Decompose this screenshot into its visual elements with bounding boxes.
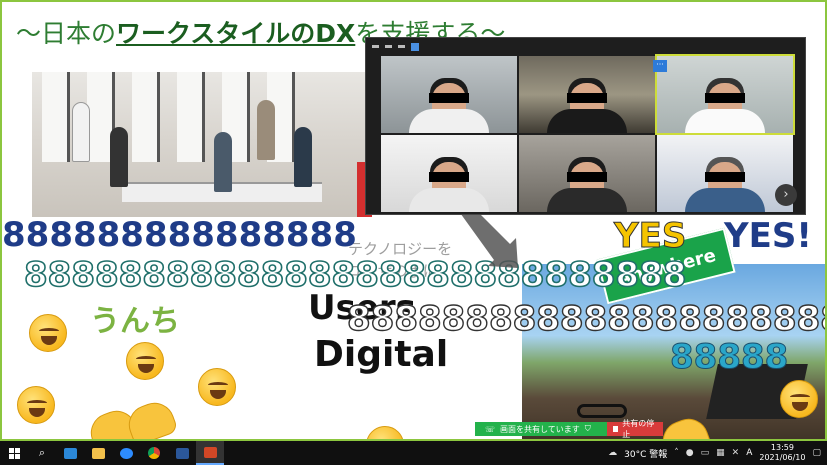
eights-line-4: 88888	[669, 337, 789, 377]
laughing-emoji-icon	[17, 386, 55, 424]
clock-time: 13:59	[770, 443, 794, 452]
video-tile[interactable]	[381, 135, 517, 212]
stop-share-label: 共有の停止	[622, 419, 655, 439]
phone-icon: ☏	[485, 424, 496, 434]
windows-logo-icon	[8, 447, 20, 459]
zoom-gallery-window[interactable]: ··· ›	[365, 37, 806, 215]
video-tiles	[381, 54, 795, 212]
stop-icon	[613, 426, 619, 432]
video-tile[interactable]	[657, 135, 793, 212]
gallery-view-icon[interactable]	[411, 42, 419, 51]
yes-text-2: YES!	[724, 216, 812, 256]
presentation-slide: ～日本のワークスタイルのDXを支援する～ Anywhere テクノロジーを ユー…	[0, 0, 827, 441]
speaker-mute-icon[interactable]: ✕	[732, 448, 740, 458]
video-tile[interactable]	[381, 56, 517, 133]
chevron-up-icon[interactable]: ˄	[674, 448, 679, 458]
zoom-window-toolbar[interactable]	[366, 38, 805, 55]
video-tile[interactable]	[519, 56, 655, 133]
more-options-button[interactable]: ···	[653, 60, 667, 72]
laughing-emoji-icon	[126, 342, 164, 380]
clapping-hands-icon	[123, 397, 179, 439]
unchi-text: うんち	[90, 304, 180, 339]
sharing-indicator[interactable]: ☏ 画面を共有しています ⛉	[475, 422, 607, 436]
search-icon[interactable]: ⌕	[28, 441, 56, 465]
ime-indicator[interactable]: A	[746, 448, 752, 458]
windows-taskbar: ⌕ ☁ 30°C 警報 ˄ ● ▭ ▦ ✕ A 13:59 2021/06/10…	[0, 441, 827, 465]
word-icon[interactable]	[168, 441, 196, 465]
title-prefix: ～日本の	[16, 19, 117, 48]
zoom-app-icon[interactable]	[112, 441, 140, 465]
network-icon[interactable]: ▦	[716, 448, 725, 458]
minimize-icon[interactable]	[372, 45, 379, 48]
title-bold: ワークスタイルのDX	[116, 19, 356, 48]
yes-text-1: YES	[613, 216, 687, 257]
system-tray: ☁ 30°C 警報 ˄ ● ▭ ▦ ✕ A 13:59 2021/06/10 ▢	[608, 441, 827, 465]
notification-icon[interactable]: ▢	[812, 448, 821, 458]
screen-share-bar: ☏ 画面を共有しています ⛉ 共有の停止	[475, 419, 663, 439]
stop-share-button[interactable]: 共有の停止	[607, 419, 663, 439]
clock[interactable]: 13:59 2021/06/10	[759, 443, 805, 463]
laughing-emoji-icon	[29, 314, 67, 352]
chevron-right-icon[interactable]: ›	[775, 184, 797, 206]
video-tile-active-speaker[interactable]	[655, 54, 795, 135]
chrome-icon[interactable]	[140, 441, 168, 465]
eights-line-2: 8888888888888888888888888888	[23, 255, 687, 295]
laughing-emoji-icon	[366, 426, 404, 439]
laughing-emoji-icon	[780, 380, 818, 418]
clock-date: 2021/06/10	[759, 453, 806, 462]
eights-line-1: 888888888888888	[2, 215, 357, 255]
thumbnail-icon[interactable]	[398, 45, 405, 48]
powerpoint-icon[interactable]	[196, 441, 224, 465]
weather-text[interactable]: 30°C 警報	[624, 447, 667, 460]
file-explorer-icon[interactable]	[84, 441, 112, 465]
microphone-icon[interactable]: ●	[686, 448, 694, 458]
office-photo	[32, 72, 372, 217]
weather-icon[interactable]: ☁	[608, 448, 617, 458]
video-tile[interactable]	[519, 135, 655, 212]
shield-icon: ⛉	[584, 424, 591, 433]
start-button[interactable]	[0, 441, 28, 465]
battery-icon[interactable]: ▭	[701, 448, 710, 458]
laughing-emoji-icon	[198, 368, 236, 406]
digital-text: Digital	[314, 334, 449, 375]
eights-line-3: 888888888888888888888	[346, 299, 827, 339]
task-view-icon[interactable]	[56, 441, 84, 465]
restore-icon[interactable]	[385, 45, 392, 48]
sharing-label: 画面を共有しています	[500, 424, 580, 434]
